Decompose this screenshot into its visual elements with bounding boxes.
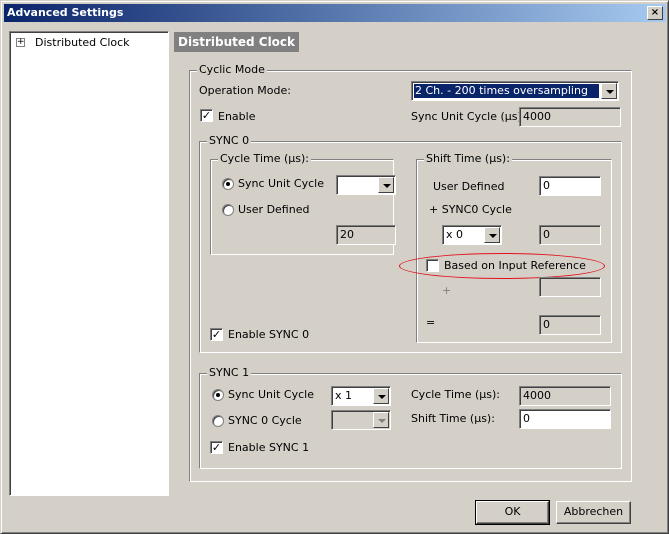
sync0-user-defined-radio[interactable] xyxy=(222,204,234,216)
shift-result-field: 0 xyxy=(539,315,601,335)
sync1-cycle-time-field: 4000 xyxy=(519,386,611,406)
sync0-cycle-combo[interactable] xyxy=(336,175,396,195)
cancel-button[interactable]: Abbrechen xyxy=(556,501,631,524)
sync1-sync0-cycle-label: SYNC 0 Cycle xyxy=(228,414,302,427)
sync0-group-label: SYNC 0 xyxy=(207,134,252,147)
sync1-shift-time-input[interactable]: 0 xyxy=(519,409,611,429)
operation-mode-value: 2 Ch. - 200 times oversampling xyxy=(414,84,599,98)
plus-value-field xyxy=(539,277,601,297)
highlight-ellipse xyxy=(399,253,605,279)
chevron-down-icon[interactable] xyxy=(378,177,394,193)
check-icon: ✓ xyxy=(201,109,212,122)
shift-sync0-cycle-label: + SYNC0 Cycle xyxy=(429,203,512,216)
sync1-sync-unit-cycle-radio[interactable] xyxy=(212,389,224,401)
shift-time-group-label: Shift Time (µs): xyxy=(424,152,512,165)
page-title: Distributed Clock xyxy=(174,32,300,52)
ok-button[interactable]: OK xyxy=(475,500,550,525)
plus-label: + xyxy=(442,284,452,297)
enable-sync0-checkbox[interactable]: ✓ xyxy=(210,328,223,341)
title-bar[interactable]: Advanced Settings × xyxy=(4,4,666,22)
enable-label: Enable xyxy=(218,110,256,123)
operation-mode-select[interactable]: 2 Ch. - 200 times oversampling xyxy=(411,81,619,101)
cyclic-mode-group-label: Cyclic Mode xyxy=(197,63,267,76)
sync-unit-cycle-field: 4000 xyxy=(519,107,621,127)
chevron-down-icon[interactable] xyxy=(373,388,389,404)
sync0-user-defined-label: User Defined xyxy=(238,203,310,216)
sync1-sync0-combo xyxy=(331,410,391,430)
tree-item-label[interactable]: Distributed Clock xyxy=(34,35,131,51)
chevron-down-icon xyxy=(373,412,389,428)
shift-multiplier-select[interactable]: x 0 xyxy=(442,225,502,245)
sync0-sync-unit-cycle-label: Sync Unit Cycle xyxy=(238,177,324,190)
sync1-cycle-time-label: Cycle Time (µs): xyxy=(411,388,500,401)
check-icon: ✓ xyxy=(211,328,222,341)
chevron-down-icon[interactable] xyxy=(484,227,500,243)
shift-multiplier-result: 0 xyxy=(539,225,601,245)
sync-unit-cycle-label: Sync Unit Cycle (µs): xyxy=(411,110,526,123)
sync1-multiplier-value: x 1 xyxy=(335,389,353,402)
shift-user-defined-label: User Defined xyxy=(433,180,505,193)
window-title: Advanced Settings xyxy=(7,6,124,19)
equals-label: = xyxy=(426,316,436,329)
shift-multiplier-value: x 0 xyxy=(446,228,464,241)
enable-checkbox[interactable]: ✓ xyxy=(200,109,213,122)
sync1-shift-time-label: Shift Time (µs): xyxy=(411,412,495,425)
chevron-down-icon[interactable] xyxy=(601,83,617,99)
enable-sync1-checkbox[interactable]: ✓ xyxy=(210,441,223,454)
enable-sync0-label: Enable SYNC 0 xyxy=(228,328,310,341)
sync1-sync0-cycle-radio[interactable] xyxy=(212,415,224,427)
sync0-sync-unit-cycle-radio[interactable] xyxy=(222,178,234,190)
sync0-cycle-time-value: 20 xyxy=(336,225,396,245)
sync1-multiplier-select[interactable]: x 1 xyxy=(331,386,391,406)
operation-mode-label: Operation Mode: xyxy=(199,84,291,97)
shift-user-defined-input[interactable]: 0 xyxy=(539,176,601,196)
check-icon: ✓ xyxy=(211,441,222,454)
close-icon: × xyxy=(650,7,660,18)
sync1-sync-unit-cycle-label: Sync Unit Cycle xyxy=(228,388,314,401)
advanced-settings-window: Advanced Settings × + Distributed Clock … xyxy=(0,0,669,534)
close-button[interactable]: × xyxy=(647,6,663,20)
sync1-group-label: SYNC 1 xyxy=(207,366,252,379)
enable-sync1-label: Enable SYNC 1 xyxy=(228,441,310,454)
settings-tree[interactable]: + Distributed Clock xyxy=(9,31,169,496)
expand-icon[interactable]: + xyxy=(16,38,25,47)
cycle-time-group-label: Cycle Time (µs): xyxy=(218,152,311,165)
